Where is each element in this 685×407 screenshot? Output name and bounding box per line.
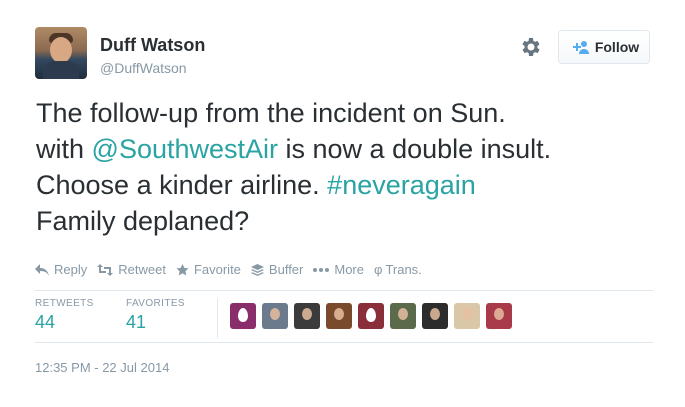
buffer-action[interactable]: Buffer [250,262,304,277]
follow-button[interactable]: Follow [558,30,650,64]
stats-bottom-divider [35,342,653,343]
tweet-line-4: Family deplaned? [36,206,250,236]
more-icon [313,267,330,272]
retweet-label: Retweet [118,262,166,277]
favoriter-avatar-face [270,308,280,320]
mention-link[interactable]: @SouthwestAir [92,134,278,164]
buffer-icon [250,263,264,276]
favoriter-avatar[interactable] [486,303,512,329]
follow-label: Follow [594,39,640,55]
favoriter-avatar-face [398,308,408,320]
favoriter-avatar[interactable] [390,303,416,329]
author-handle[interactable]: @DuffWatson [100,60,187,76]
avatar-shirt [43,61,79,79]
tweet-line-2-prefix: with [36,134,92,164]
gear-icon[interactable] [518,35,542,59]
favoriter-avatar[interactable] [294,303,320,329]
favoriter-avatar-face [334,308,344,320]
favoriter-avatar-face [494,308,504,320]
author-name[interactable]: Duff Watson [100,35,205,56]
tweet-line-1: The follow-up from the incident on Sun. [36,98,506,128]
reply-label: Reply [54,262,88,277]
add-user-icon [572,41,589,54]
reply-icon [35,263,49,276]
hashtag-link[interactable]: #neveragain [327,170,476,200]
stats-top-divider [35,290,653,291]
author-avatar[interactable] [35,27,87,79]
tweet-line-2-suffix: is now a double insult. [278,134,552,164]
translate-icon: φ [374,262,383,277]
favoriter-avatar[interactable] [358,303,384,329]
retweets-stat[interactable]: RETWEETS 44 [35,298,94,333]
translate-action[interactable]: φ Trans. [374,262,422,277]
star-icon [176,263,189,275]
retweets-label: RETWEETS [35,298,94,309]
favoriter-avatar[interactable] [230,303,256,329]
favorites-count: 41 [126,312,147,332]
reply-action[interactable]: Reply [35,262,87,277]
stats-separator [217,298,218,338]
retweet-action[interactable]: Retweet [97,262,166,277]
retweets-count: 44 [35,312,56,332]
favorite-action[interactable]: Favorite [176,262,241,277]
tweet-timestamp[interactable]: 12:35 PM - 22 Jul 2014 [35,360,169,375]
avatar-face [50,37,72,63]
buffer-label: Buffer [268,262,304,277]
favoriter-avatar[interactable] [422,303,448,329]
translate-label: Trans. [385,262,422,277]
favoriter-avatar-face [462,308,472,320]
more-action[interactable]: More [313,262,364,277]
favoriter-avatar[interactable] [326,303,352,329]
favoriter-avatar-face [302,308,312,320]
tweet-text: The follow-up from the incident on Sun. … [36,95,666,239]
favoriter-avatar-face [430,308,440,320]
retweet-icon [97,263,114,276]
tweet-line-3-prefix: Choose a kinder airline. [36,170,328,200]
more-label: More [334,262,364,277]
tweet-actions: Reply Retweet Favorite Buffer More φ Tra… [35,262,432,277]
favorites-stat[interactable]: FAVORITES 41 [126,298,185,333]
favoriter-avatars [230,303,512,329]
favorites-label: FAVORITES [126,298,185,309]
favoriter-avatar[interactable] [454,303,480,329]
favorite-label: Favorite [193,262,241,277]
favoriter-avatar[interactable] [262,303,288,329]
